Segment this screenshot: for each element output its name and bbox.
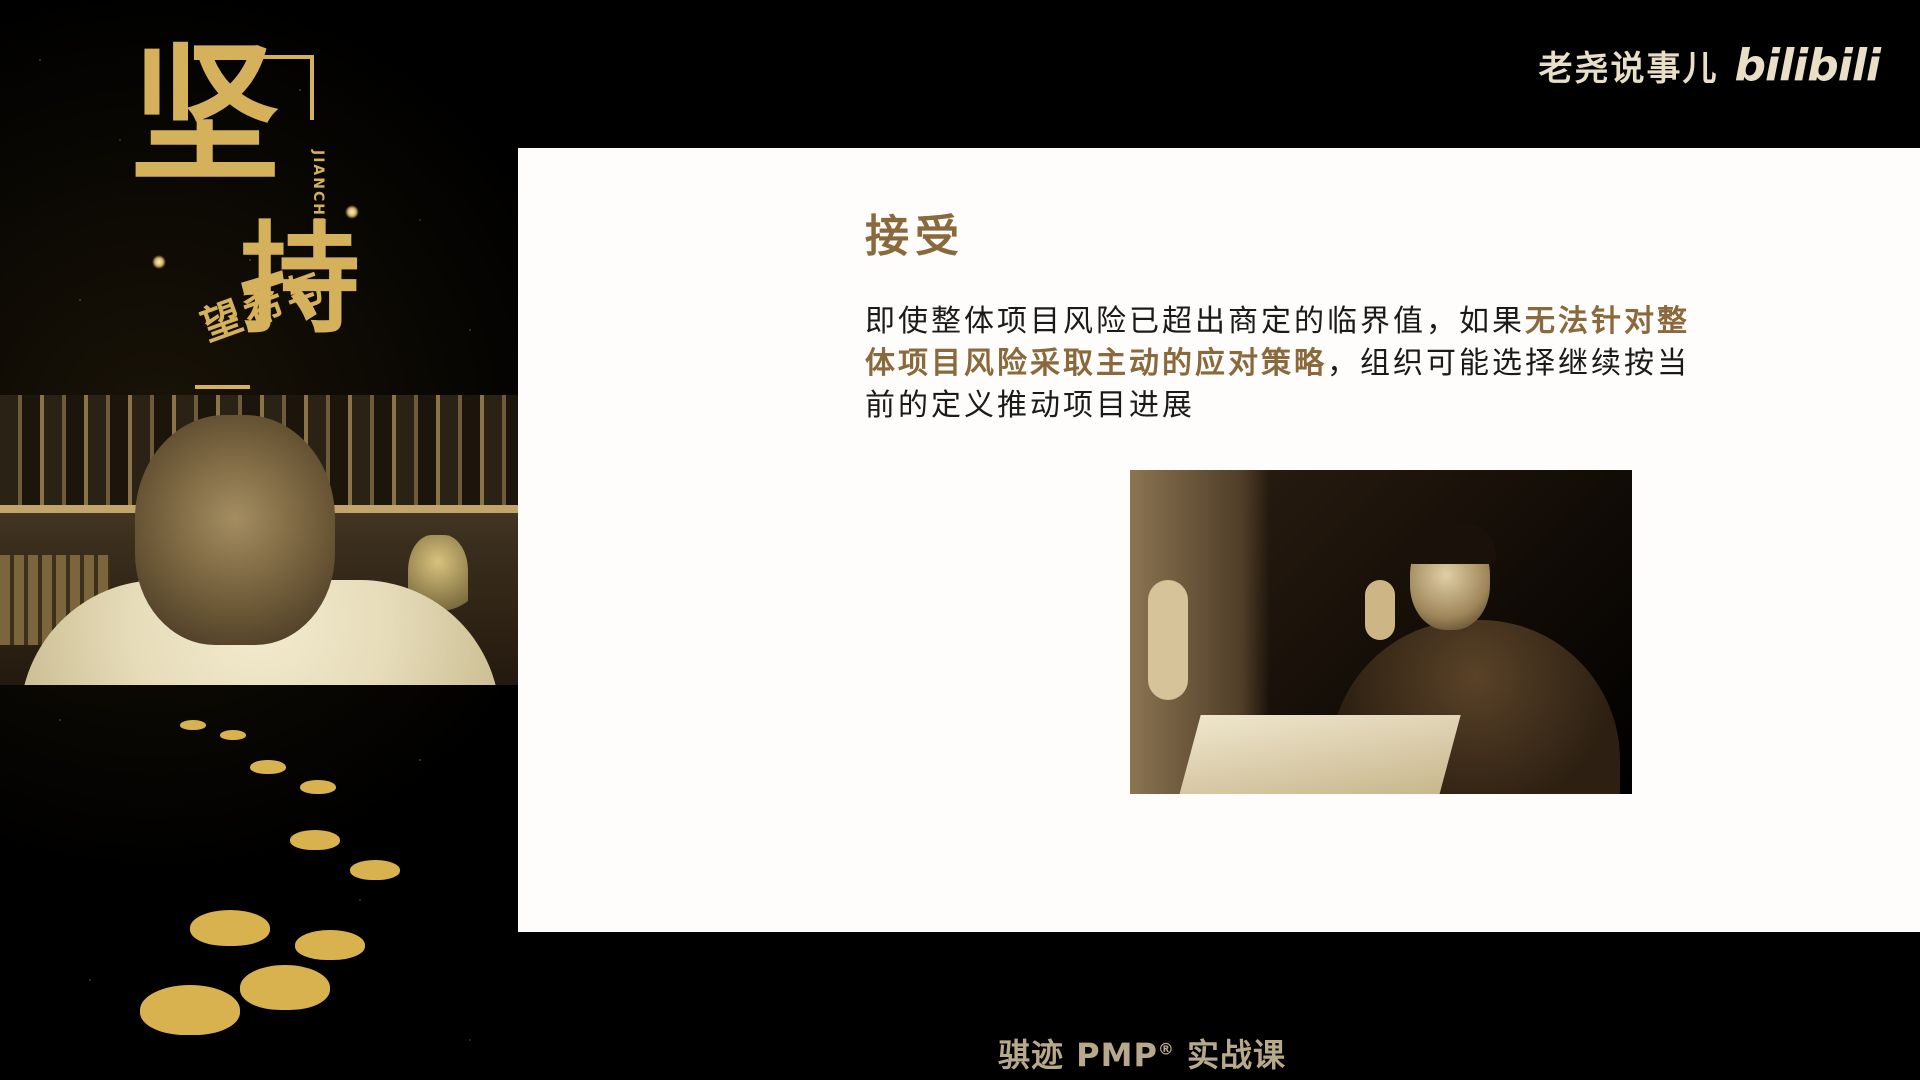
footprint [250,760,286,774]
slide-title: 接受 [865,211,965,262]
footprint [140,985,240,1035]
presentation-slide: 接受 即使整体项目风险已超出商定的临界值，如果无法针对整体项目风险采取主动的应对… [518,148,1920,932]
footprints-graphic [120,720,420,1050]
caption-trademark: ® [1157,1039,1175,1059]
footprint [220,730,246,740]
course-caption: 骐迹 PMP® 实战课 [998,1030,1286,1076]
poster-title-char-1: 坚 [130,27,281,203]
poster-title-char-2: 持 [240,209,360,350]
footprint [290,830,340,850]
channel-name: 老尧说事儿 [1538,49,1719,89]
presenter-head [135,415,335,645]
glow-star [152,255,166,269]
caption-prefix: 骐迹 PMP [998,1036,1158,1074]
photo-figure-hair [1406,522,1496,564]
poster-line [310,55,314,120]
footprint [300,780,336,794]
poster-line [195,385,250,389]
footprint [350,860,400,880]
footprint [190,910,270,946]
webcam-feed [0,395,518,685]
poster-panel: 坚 JIANCHI 与希望 持 [0,0,518,1080]
channel-brand: 老尧说事儿 bilibili [1538,40,1881,91]
caption-suffix: 实战课 [1174,1036,1287,1074]
slide-body-text: 即使整体项目风险已超出商定的临界值，如果 [865,304,1525,339]
photo-lamp [1148,580,1188,700]
footprint [295,930,365,960]
bilibili-logo: bilibili [1734,40,1881,91]
photo-papers [1179,715,1461,794]
slide-body: 即使整体项目风险已超出商定的临界值，如果无法针对整体项目风险采取主动的应对策略，… [865,301,1705,427]
photo-figure-hand [1365,580,1395,640]
footprint [240,965,330,1010]
screen: 坚 JIANCHI 与希望 持 老尧说事儿 bilibili 接受 即使整体项目… [0,0,1920,1080]
slide-photo [1130,470,1632,794]
footprint [180,720,206,730]
